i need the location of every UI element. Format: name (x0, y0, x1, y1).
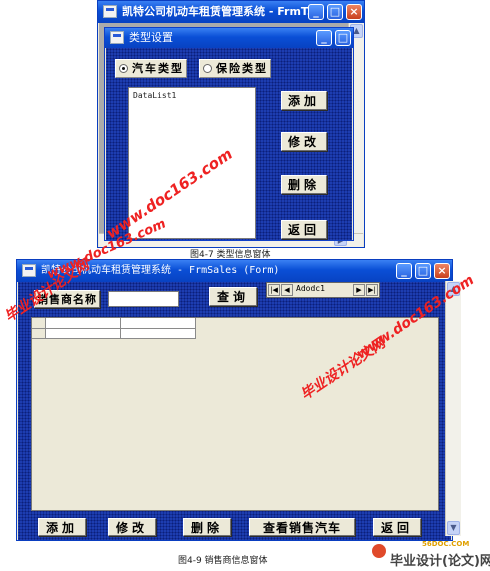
nav-prev-icon[interactable]: ◀ (281, 284, 293, 296)
grid-row-header (32, 329, 46, 339)
radio-insurance-type[interactable]: 保险类型 (199, 59, 271, 78)
site-logo-mark (372, 544, 386, 558)
site-logo-name: 毕业设计(论文)网 (390, 554, 490, 569)
nav-next-icon[interactable]: ▶ (353, 284, 365, 296)
radio-vehicle-type-label: 汽车类型 (132, 62, 184, 75)
maximize-icon[interactable]: □ (327, 4, 343, 20)
sales-app-icon (22, 264, 36, 277)
sales-scroll-down-icon[interactable]: ▼ (447, 521, 460, 535)
sales-close-icon[interactable]: × (434, 263, 450, 279)
sales-add-button[interactable]: 添加 (38, 518, 86, 536)
sales-query-button[interactable]: 查询 (209, 287, 257, 306)
type-window-title-bar[interactable]: 凯特公司机动车租赁管理系统 - FrmT... _ □ × (98, 1, 364, 23)
sales-name-input[interactable] (108, 291, 179, 307)
close-icon[interactable]: × (346, 4, 362, 20)
grid-cell[interactable] (121, 329, 196, 339)
adodc1-navigator[interactable]: |◀ ◀ Adodc1 ▶ ▶| (266, 282, 380, 298)
grid-column-header (46, 318, 121, 329)
radio-selected-icon (119, 64, 128, 73)
grid-row-header (32, 318, 46, 329)
minimize-icon[interactable]: _ (308, 4, 324, 20)
type-add-button[interactable]: 添加 (281, 91, 327, 110)
radio-vehicle-type[interactable]: 汽车类型 (115, 59, 187, 78)
radio-insurance-type-label: 保险类型 (216, 62, 268, 75)
sales-vertical-scrollbar[interactable]: ▲ ▼ (445, 281, 461, 536)
type-edit-button[interactable]: 修改 (281, 132, 327, 151)
dialog-minimize-icon[interactable]: _ (316, 30, 332, 46)
sales-minimize-icon[interactable]: _ (396, 263, 412, 279)
type-window-title: 凯特公司机动车租赁管理系统 - FrmT... (122, 5, 320, 18)
grid-column-header (121, 318, 196, 329)
datalist1-label: DataList1 (133, 91, 177, 100)
sales-view-cars-button[interactable]: 查看销售汽车 (249, 518, 355, 536)
type-settings-title-bar[interactable]: 类型设置 _ □ (105, 28, 353, 48)
app-icon (103, 5, 117, 18)
sales-delete-button[interactable]: 删除 (183, 518, 231, 536)
radio-unselected-icon (203, 64, 212, 73)
type-back-button[interactable]: 返回 (281, 220, 327, 239)
dialog-icon (110, 31, 124, 44)
caption-figure-4-9: 图4-9 销售商信息窗体 (178, 556, 268, 566)
sales-edit-button[interactable]: 修改 (108, 518, 156, 536)
site-logo-url: 56DOC.COM (422, 540, 470, 548)
dialog-maximize-icon[interactable]: □ (335, 30, 351, 46)
nav-last-icon[interactable]: ▶| (366, 284, 378, 296)
sales-maximize-icon[interactable]: □ (415, 263, 431, 279)
type-settings-title: 类型设置 (129, 31, 173, 44)
adodc1-label: Adodc1 (296, 284, 325, 293)
sales-back-button[interactable]: 返回 (373, 518, 421, 536)
type-delete-button[interactable]: 删除 (281, 175, 327, 194)
site-logo: 56DOC.COM 毕业设计(论文)网 (370, 540, 490, 570)
grid-cell[interactable] (46, 329, 121, 339)
nav-first-icon[interactable]: |◀ (268, 284, 280, 296)
